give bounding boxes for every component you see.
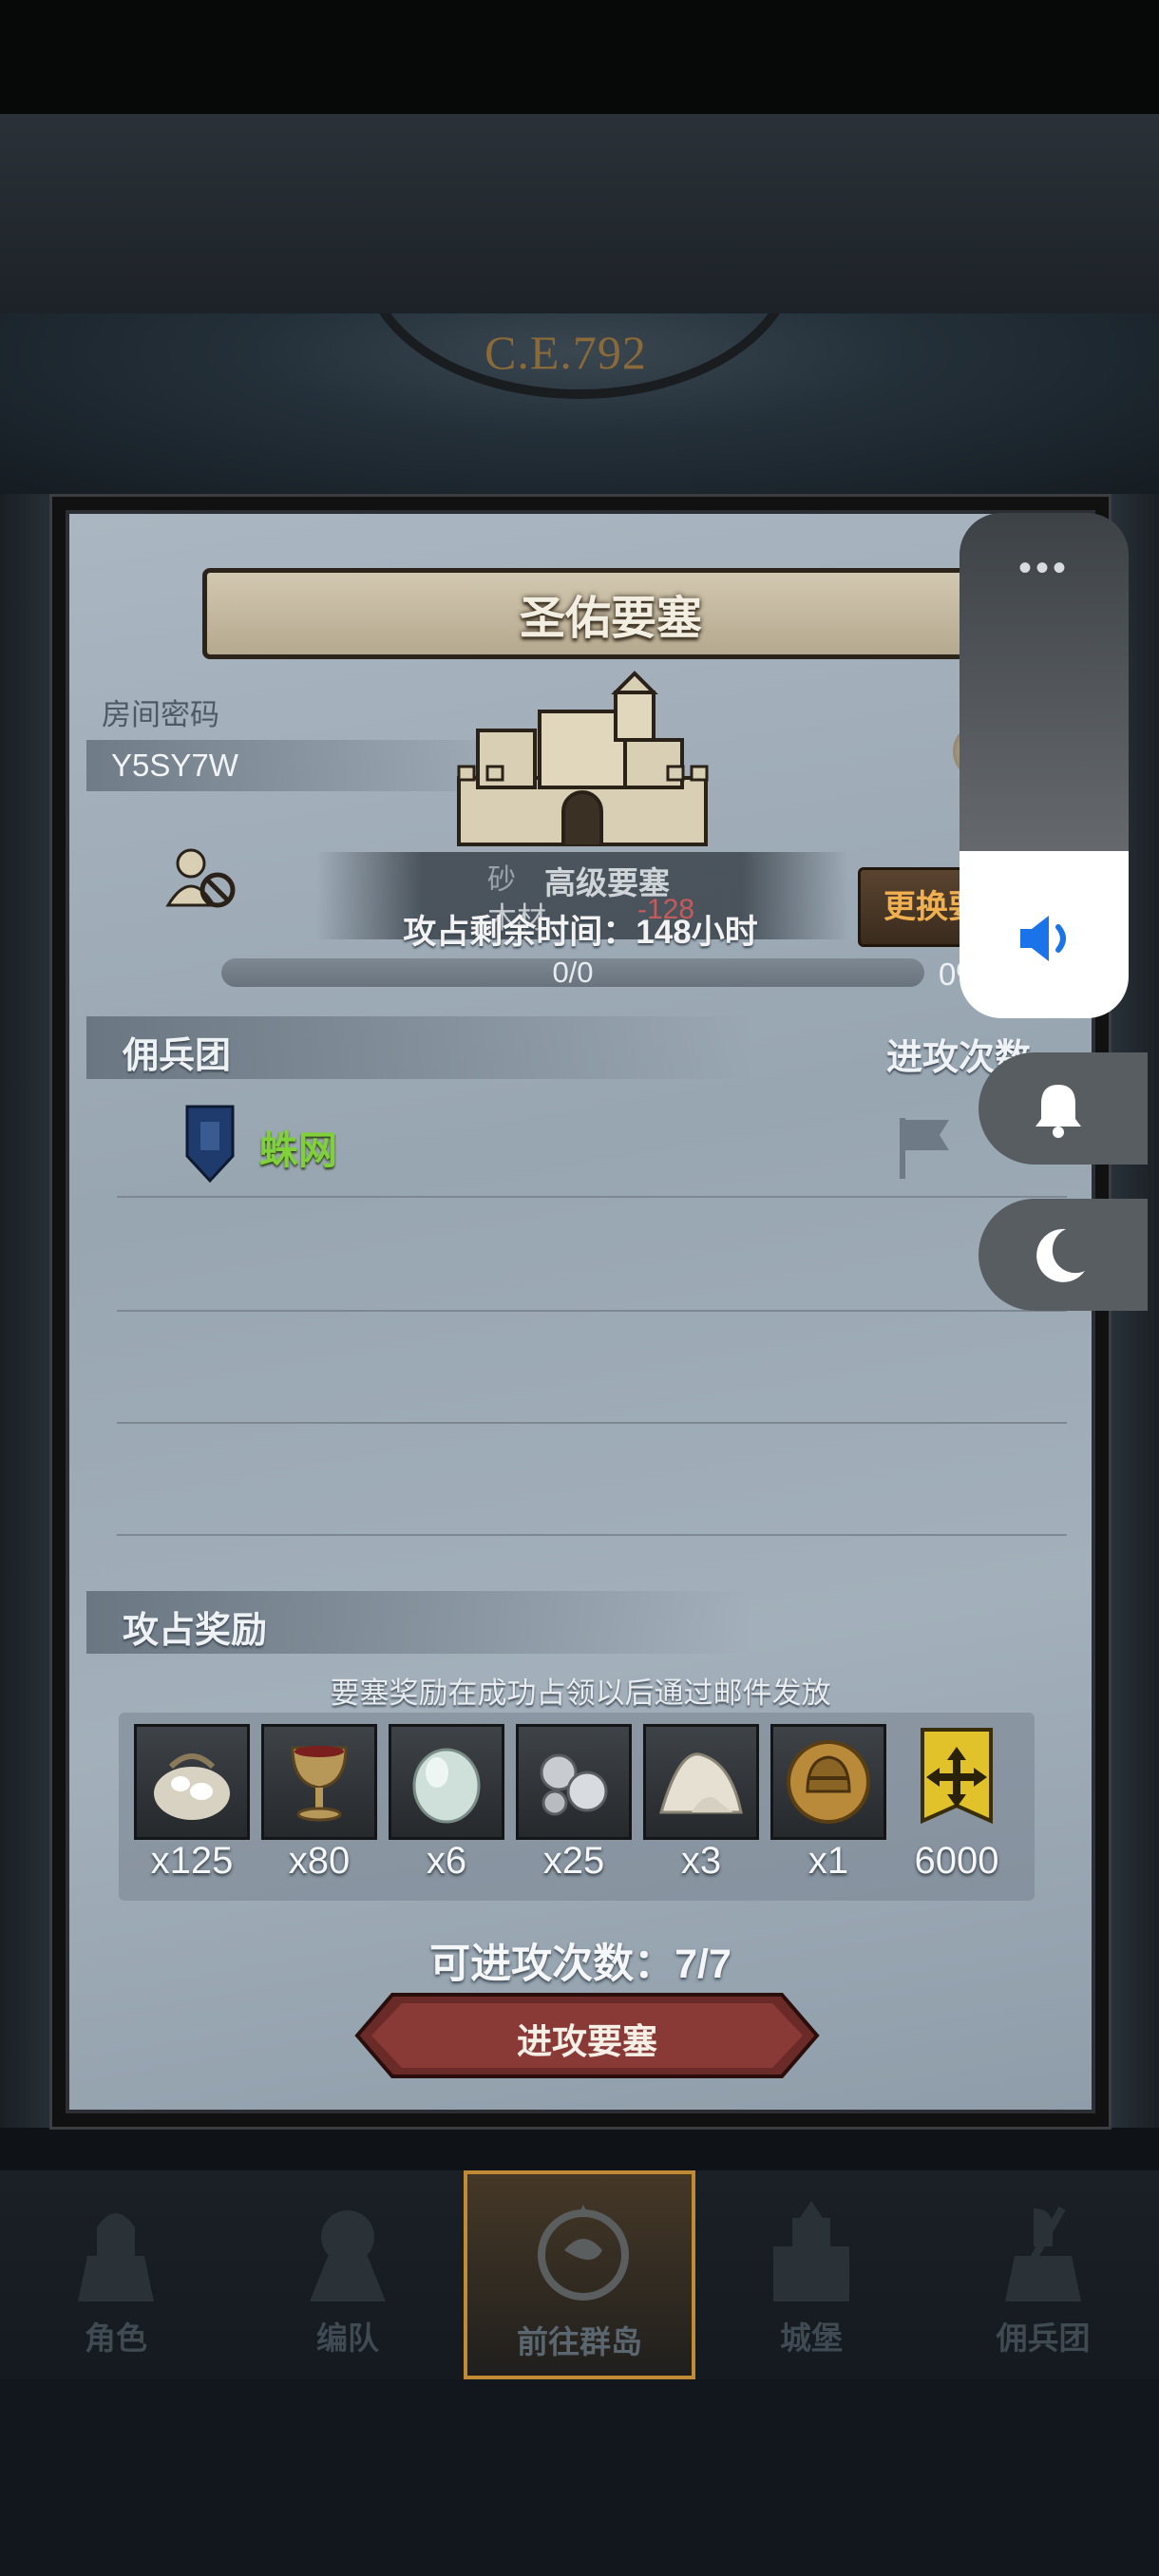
reward-qty: x3 xyxy=(680,1840,722,1882)
guild-name: 蛛网 xyxy=(259,1128,337,1172)
background-gradient xyxy=(0,114,1159,313)
nav-islands[interactable]: 前往群岛 xyxy=(464,2170,695,2379)
users-blocked-icon[interactable] xyxy=(164,846,240,913)
attack-time-remaining: 攻占剩余时间：148小时 xyxy=(403,914,758,951)
reward-item-silver[interactable] xyxy=(516,1724,632,1840)
reward-qty: x1 xyxy=(808,1840,849,1882)
era-label: C.E.792 xyxy=(484,326,647,379)
occupation-progress-bar: 0/0 xyxy=(221,956,924,989)
nav-label: 佣兵团 xyxy=(996,2320,1091,2356)
fortress-modal: 圣佑要塞 房间密码 Y5SY7W 砂 高级要塞 木材 -128 更换要 攻占剩余… xyxy=(49,494,1112,2130)
reward-qty: x125 xyxy=(150,1840,234,1882)
stone-label: 砂 xyxy=(487,864,516,896)
reward-qty: x80 xyxy=(288,1840,351,1882)
reward-header-label: 攻占奖励 xyxy=(123,1611,268,1651)
nav-castle[interactable]: 城堡 xyxy=(695,2170,927,2379)
moonstone-icon xyxy=(412,1748,481,1824)
status-bar-area xyxy=(0,0,1159,114)
nav-mercenary[interactable]: 佣兵团 xyxy=(927,2170,1159,2379)
attack-fortress-button[interactable]: 进攻要塞 xyxy=(354,1992,820,2079)
fortress-title: 圣佑要塞 xyxy=(519,594,702,644)
speaker-icon xyxy=(1020,916,1066,961)
room-code-label: 房间密码 xyxy=(102,698,219,731)
goblet-icon xyxy=(291,1746,348,1822)
nav-label: 编队 xyxy=(316,2320,379,2356)
nav-role[interactable]: 角色 xyxy=(0,2170,232,2379)
castle-nav-icon xyxy=(773,2201,849,2301)
helmet-coin-icon xyxy=(787,1740,870,1824)
salt-sack-icon xyxy=(154,1753,230,1820)
formation-icon xyxy=(310,2210,386,2301)
reward-panel: x125 x80 x6 x25 x3 x1 6000 xyxy=(119,1713,1035,1901)
guild-row-empty xyxy=(117,1312,1067,1424)
reward-qty: 6000 xyxy=(914,1840,999,1882)
mercenary-section-header: 佣兵团 xyxy=(86,1016,751,1079)
reward-item-helmet-coin[interactable] xyxy=(770,1724,886,1840)
reward-item-goblet[interactable] xyxy=(261,1724,377,1840)
guild-row-empty xyxy=(117,1200,1067,1312)
bottom-navigation: 角色 编队 前往群岛 城堡 佣兵团 xyxy=(0,2170,1159,2379)
remaining-attacks: 可进攻次数：7/7 xyxy=(429,1941,732,1987)
guild-shield-icon xyxy=(185,1105,235,1183)
attack-button-label: 进攻要塞 xyxy=(517,2022,657,2061)
bottom-gesture-area xyxy=(0,2379,1159,2576)
fortress-panel: 圣佑要塞 房间密码 Y5SY7W 砂 高级要塞 木材 -128 更换要 攻占剩余… xyxy=(66,510,1095,2113)
compass-map-icon xyxy=(538,2205,629,2301)
reward-qty: x25 xyxy=(542,1840,605,1882)
bell-icon xyxy=(1036,1085,1081,1138)
system-volume-panel: ••• xyxy=(960,513,1129,1018)
nav-label: 前往群岛 xyxy=(517,2324,642,2359)
volume-slider-track[interactable]: ••• xyxy=(960,513,1129,851)
knight-icon xyxy=(78,2213,154,2301)
reward-item-flour[interactable] xyxy=(643,1724,759,1840)
flour-pile-icon xyxy=(659,1752,743,1814)
mercenary-header-label: 佣兵团 xyxy=(123,1036,232,1076)
title-banner: 圣佑要塞 xyxy=(202,568,1019,659)
moon-icon xyxy=(1036,1228,1085,1282)
reward-note: 要塞奖励在成功占领以后通过邮件发放 xyxy=(330,1676,831,1710)
guild-row[interactable]: 蛛网 0 xyxy=(117,1089,1067,1198)
do-not-disturb-toggle[interactable] xyxy=(978,1199,1148,1311)
mercenary-icon xyxy=(1005,2207,1081,2301)
flag-icon xyxy=(900,1118,949,1179)
nav-label: 角色 xyxy=(85,2320,147,2356)
reward-qty: x6 xyxy=(426,1840,467,1882)
nav-formation[interactable]: 编队 xyxy=(232,2170,464,2379)
castle-icon xyxy=(457,671,709,846)
nav-label: 城堡 xyxy=(780,2320,843,2356)
silver-ore-icon xyxy=(540,1753,608,1816)
reward-section-header: 攻占奖励 xyxy=(86,1591,751,1654)
reward-item-moonstone[interactable] xyxy=(389,1724,504,1840)
progress-text: 0/0 xyxy=(552,956,594,989)
reward-item-salt[interactable] xyxy=(134,1724,250,1840)
notification-toggle[interactable] xyxy=(978,1052,1148,1165)
more-menu-icon[interactable]: ••• xyxy=(960,547,1129,590)
rank-banner-icon[interactable] xyxy=(919,1726,995,1838)
guild-row-empty xyxy=(117,1424,1067,1536)
world-map-strip: C.E.792 xyxy=(0,313,1159,494)
